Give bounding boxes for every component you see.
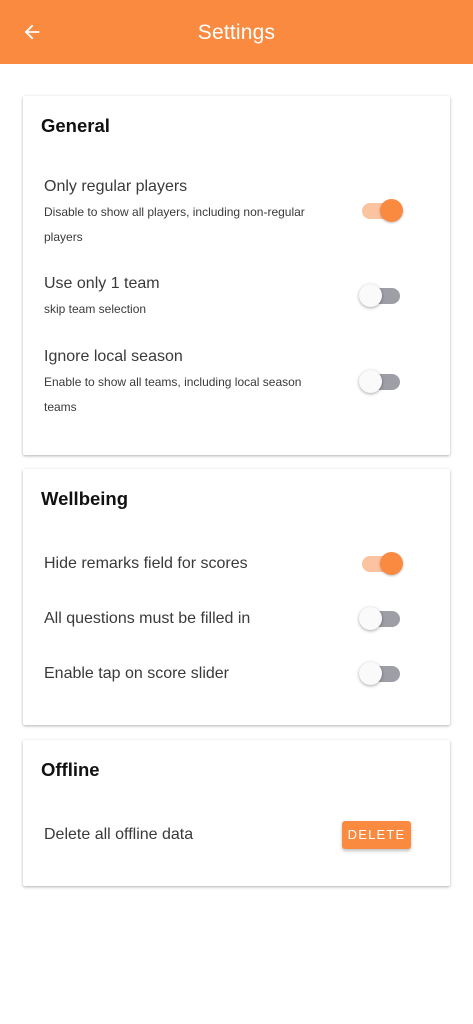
setting-description: Disable to show all players, including n… [44, 205, 305, 244]
setting-description: skip team selection [44, 302, 147, 316]
general-card-title: General [41, 115, 110, 136]
ignore-local-season-switch[interactable] [359, 369, 402, 395]
offline-card-title: Offline [41, 759, 100, 780]
setting-label: Ignore local season [44, 348, 183, 365]
switch-thumb [380, 199, 403, 222]
use-only-1-team-switch[interactable] [359, 283, 402, 309]
delete-offline-data-button[interactable]: DELETE [342, 821, 411, 849]
switch-thumb [359, 662, 382, 685]
switch-thumb [359, 607, 382, 630]
only-regular-players-switch[interactable] [360, 198, 403, 224]
wellbeing-card-title: Wellbeing [41, 488, 129, 509]
switch-thumb [380, 552, 403, 575]
page-title: Settings [197, 21, 276, 44]
enable-tap-score-slider-switch[interactable] [359, 661, 402, 687]
setting-label: Only regular players [44, 178, 188, 195]
offline-card: Offline Delete all offline data DELETE [23, 740, 450, 886]
setting-label: All questions must be filled in [44, 610, 251, 627]
setting-label: Delete all offline data [44, 826, 194, 843]
setting-description: Enable to show all teams, including loca… [44, 375, 302, 414]
switch-thumb [359, 284, 382, 307]
setting-label: Hide remarks field for scores [44, 555, 248, 572]
switch-thumb [359, 370, 382, 393]
hide-remarks-field-switch[interactable] [360, 551, 403, 577]
setting-label: Use only 1 team [44, 275, 160, 292]
general-card: General Only regular players Disable to … [23, 96, 450, 455]
app-bar: Settings [0, 0, 473, 64]
all-questions-filled-switch[interactable] [359, 606, 402, 632]
setting-label: Enable tap on score slider [44, 665, 229, 682]
wellbeing-card: Wellbeing Hide remarks field for scores … [23, 469, 450, 725]
